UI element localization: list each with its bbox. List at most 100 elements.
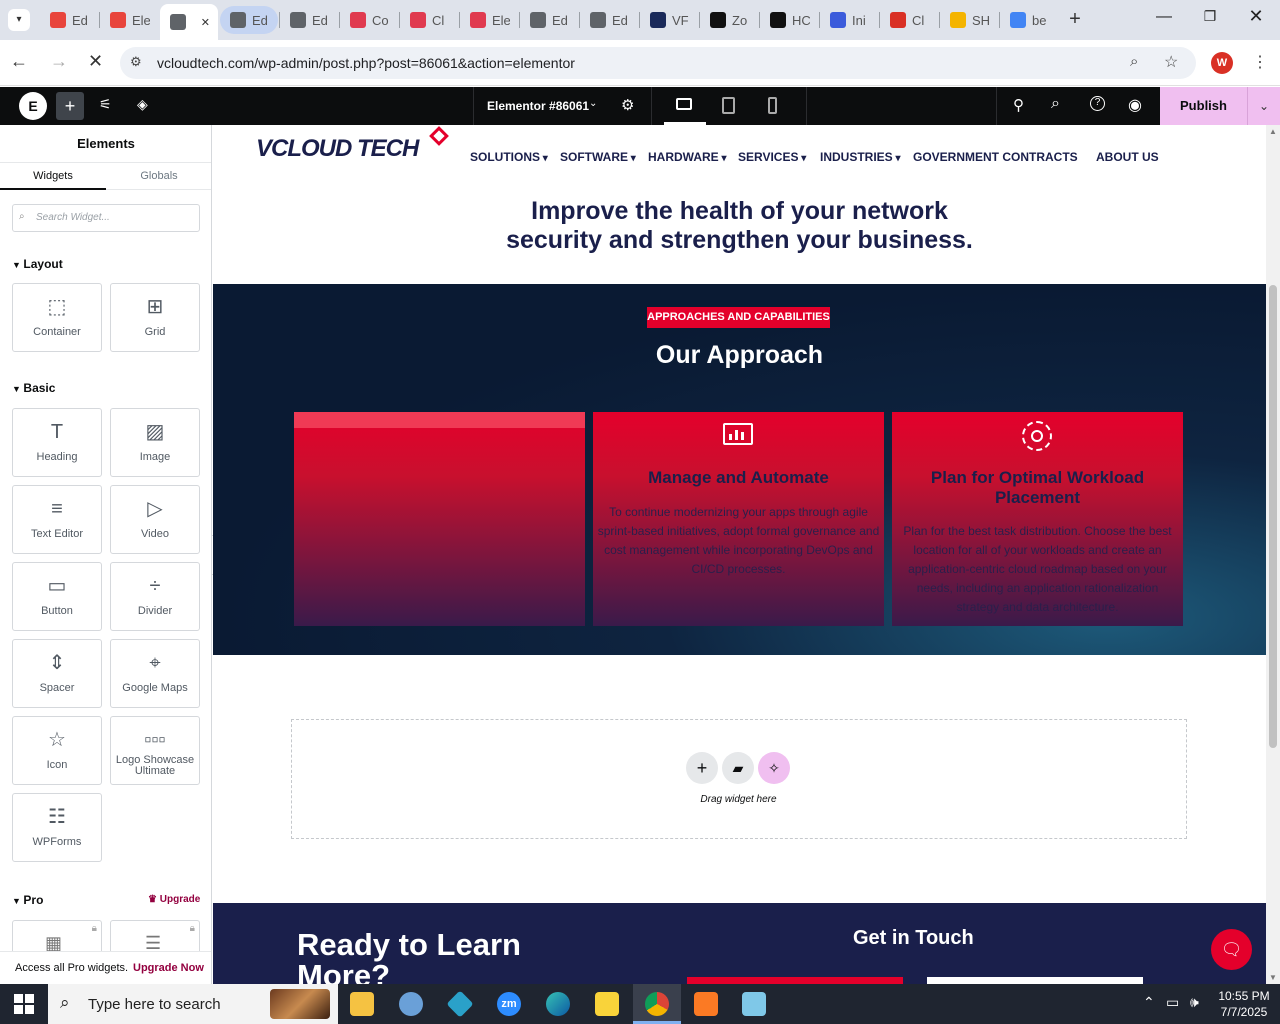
- network-icon[interactable]: ▭: [1166, 994, 1179, 1011]
- site-logo[interactable]: VCLOUD TECH: [256, 126, 449, 165]
- close-window-button[interactable]: ✕: [1244, 6, 1268, 30]
- layout-section-title[interactable]: ▼ Layout: [12, 257, 63, 271]
- browser-tab[interactable]: HC: [760, 6, 818, 34]
- edge-browser-icon[interactable]: [546, 992, 570, 1016]
- reload-button[interactable]: ✕: [88, 51, 103, 72]
- browser-tab[interactable]: SH: [940, 6, 998, 34]
- browser-tab[interactable]: Ed: [580, 6, 638, 34]
- tab-globals[interactable]: Globals: [106, 163, 211, 190]
- chat-bubble-button[interactable]: 🗨︎: [1211, 929, 1252, 970]
- document-title[interactable]: Elementor #86061: [487, 99, 589, 113]
- approach-card-empty[interactable]: [294, 412, 585, 626]
- scrollbar-thumb[interactable]: [1269, 285, 1277, 748]
- chrome-browser-icon[interactable]: [645, 992, 669, 1016]
- finder-search-icon[interactable]: ⌕: [1051, 95, 1060, 113]
- bookmark-star-icon[interactable]: ☆: [1164, 52, 1178, 72]
- add-section-button[interactable]: +: [686, 752, 718, 784]
- browser-tab[interactable]: Ed: [280, 6, 338, 34]
- chevron-down-icon[interactable]: ⌄: [589, 98, 597, 109]
- url-text[interactable]: vcloudtech.com/wp-admin/post.php?post=86…: [157, 55, 575, 71]
- browser-tab[interactable]: Ed: [40, 6, 98, 34]
- widget-logo-showcase-ultimate[interactable]: ▫▫▫ Logo Showcase Ultimate: [110, 716, 200, 785]
- zoom-app-icon[interactable]: zm: [497, 992, 521, 1016]
- nav-item[interactable]: SOFTWARE ▾: [560, 150, 636, 164]
- sticky-notes-icon[interactable]: [595, 992, 619, 1016]
- structure-layers-icon[interactable]: ◈: [137, 96, 148, 113]
- windows-start-icon[interactable]: [14, 994, 34, 1014]
- widget-video[interactable]: ▷ Video: [110, 485, 200, 554]
- notepad-icon[interactable]: [742, 992, 766, 1016]
- browser-tab[interactable]: Ini: [820, 6, 878, 34]
- zoom-icon[interactable]: ⌕: [1130, 53, 1138, 70]
- tab-search-button[interactable]: ▾: [8, 9, 30, 31]
- publish-button[interactable]: Publish: [1160, 87, 1247, 125]
- nav-item[interactable]: ABOUT US: [1096, 150, 1159, 164]
- tab-close-icon[interactable]: ✕: [201, 16, 210, 29]
- basic-section-title[interactable]: ▼ Basic: [12, 381, 55, 395]
- minimize-button[interactable]: —: [1152, 8, 1176, 32]
- help-icon[interactable]: ?: [1090, 96, 1105, 111]
- widget-heading[interactable]: T Heading: [12, 408, 102, 477]
- widget-text-editor[interactable]: ≡ Text Editor: [12, 485, 102, 554]
- canvas-scrollbar[interactable]: ▲ ▼: [1266, 125, 1280, 984]
- volume-icon[interactable]: 🕪︎: [1190, 994, 1199, 1011]
- scroll-down-arrow[interactable]: ▼: [1269, 973, 1277, 982]
- browser-tab[interactable]: Co: [340, 6, 398, 34]
- restore-button[interactable]: ❐: [1198, 8, 1222, 32]
- browser-tab[interactable]: Cl: [400, 6, 458, 34]
- ai-sparkle-button[interactable]: ✧: [758, 752, 790, 784]
- footer-red-button[interactable]: [687, 977, 903, 984]
- browser-tab[interactable]: Ed: [220, 6, 278, 34]
- widget-spacer[interactable]: ⇕ Spacer: [12, 639, 102, 708]
- browser-tab[interactable]: VF: [640, 6, 698, 34]
- back-button[interactable]: ←: [10, 51, 28, 72]
- browser-tab[interactable]: Ed: [520, 6, 578, 34]
- site-settings-icon[interactable]: ⚟: [99, 96, 112, 113]
- forward-button[interactable]: →: [50, 51, 68, 72]
- approach-card-plan[interactable]: Plan for Optimal Workload Placement Plan…: [892, 412, 1183, 626]
- mobile-view-icon[interactable]: [768, 97, 777, 114]
- desktop-view-icon[interactable]: [676, 98, 692, 110]
- widget-divider[interactable]: ÷ Divider: [110, 562, 200, 631]
- notifications-icon[interactable]: ⚲: [1013, 96, 1024, 114]
- file-explorer-icon[interactable]: [350, 992, 374, 1016]
- footer-input-field[interactable]: [927, 977, 1143, 984]
- tab-widgets[interactable]: Widgets: [0, 163, 106, 190]
- add-element-button[interactable]: +: [56, 92, 84, 120]
- browser-tab[interactable]: Ele: [100, 6, 158, 34]
- nav-item[interactable]: HARDWARE ▾: [648, 150, 726, 164]
- upgrade-now-link[interactable]: Upgrade Now: [133, 962, 204, 974]
- clock[interactable]: 10:55 PM 7/7/2025: [1214, 988, 1274, 1020]
- widget-image[interactable]: ▨ Image: [110, 408, 200, 477]
- taskbar-search-box[interactable]: ⌕ Type here to search: [48, 984, 338, 1024]
- browser-tab[interactable]: ✕: [160, 4, 218, 40]
- widget-container[interactable]: ⬚ Container: [12, 283, 102, 352]
- pro-section-title[interactable]: ▼ Pro: [12, 893, 43, 907]
- site-info-icon[interactable]: ⚙: [130, 54, 142, 70]
- approach-card-manage[interactable]: Manage and Automate To continue moderniz…: [593, 412, 884, 626]
- widget-icon[interactable]: ☆ Icon: [12, 716, 102, 785]
- browser-tab[interactable]: Cl: [880, 6, 938, 34]
- nav-item[interactable]: INDUSTRIES ▾: [820, 150, 901, 164]
- widget-google-maps[interactable]: ⌖ Google Maps: [110, 639, 200, 708]
- show-hidden-icons[interactable]: ⌃: [1143, 994, 1155, 1011]
- widget-grid[interactable]: ⊞ Grid: [110, 283, 200, 352]
- tablet-view-icon[interactable]: [722, 97, 735, 114]
- nav-item[interactable]: GOVERNMENT CONTRACTS: [913, 150, 1078, 164]
- elementor-logo-icon[interactable]: E: [19, 92, 47, 120]
- page-settings-gear-icon[interactable]: ⚙: [621, 96, 634, 114]
- upgrade-link[interactable]: ♛ Upgrade: [148, 894, 200, 905]
- scroll-up-arrow[interactable]: ▲: [1269, 127, 1277, 136]
- widget-wpforms[interactable]: ☷ WPForms: [12, 793, 102, 862]
- nav-item[interactable]: SERVICES ▾: [738, 150, 806, 164]
- widget-search-input[interactable]: ⌕ Search Widget...: [12, 204, 200, 232]
- xampp-icon[interactable]: [694, 992, 718, 1016]
- preview-eye-icon[interactable]: ◉: [1128, 95, 1142, 115]
- widget-button[interactable]: ▭ Button: [12, 562, 102, 631]
- publish-options-chevron-icon[interactable]: ⌄: [1247, 87, 1280, 125]
- browser-menu-icon[interactable]: ⋮: [1252, 52, 1268, 72]
- add-template-folder-icon[interactable]: ▰: [722, 752, 754, 784]
- profile-avatar[interactable]: W: [1211, 52, 1233, 74]
- browser-tab[interactable]: Zo: [700, 6, 758, 34]
- new-tab-button[interactable]: +: [1064, 8, 1086, 32]
